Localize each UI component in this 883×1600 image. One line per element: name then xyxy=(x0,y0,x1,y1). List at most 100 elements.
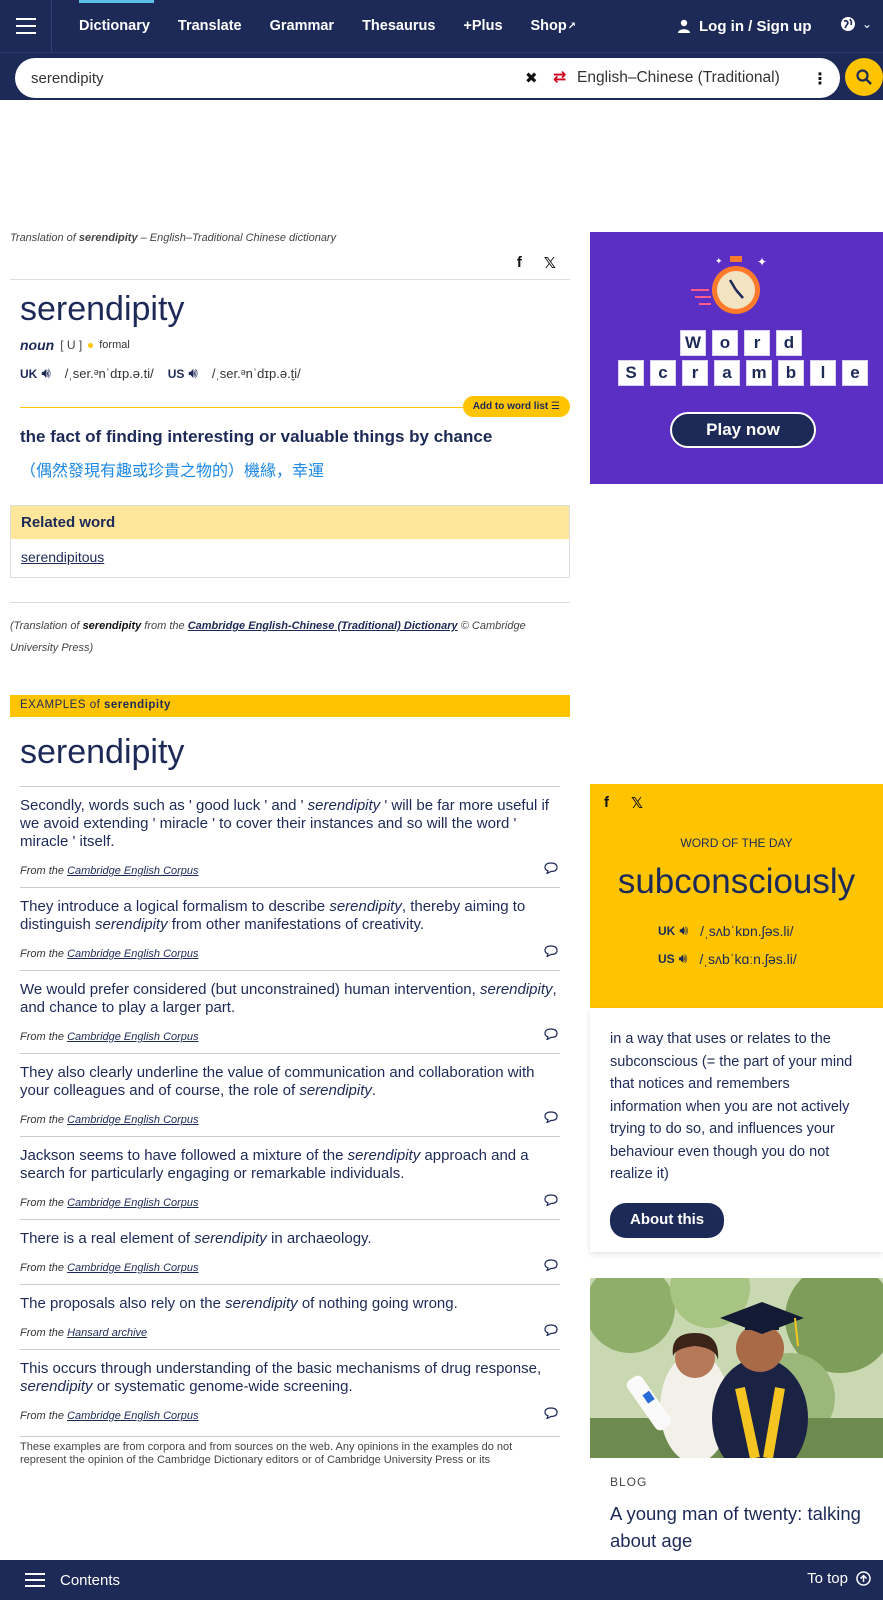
example-source-link[interactable]: Cambridge English Corpus xyxy=(67,1031,198,1043)
letter-tile: c xyxy=(650,360,676,386)
example-source-link[interactable]: Cambridge English Corpus xyxy=(67,1114,198,1126)
clear-icon[interactable]: ✖ xyxy=(525,69,538,87)
add-to-word-list-button[interactable]: Add to word list ☰ xyxy=(462,396,570,417)
feedback-comment-icon[interactable] xyxy=(544,1028,558,1043)
letter-tile: o xyxy=(712,330,738,356)
about-this-button[interactable]: About this xyxy=(610,1203,725,1238)
search-input[interactable] xyxy=(31,69,511,87)
search-box: ✖ ⇄ English–Chinese (Traditional) ⋮ xyxy=(15,58,840,98)
feedback-comment-icon[interactable] xyxy=(544,1407,558,1422)
example-sentence: They also clearly underline the value of… xyxy=(20,1064,560,1100)
more-options-icon[interactable]: ⋮ xyxy=(812,69,828,89)
arrow-up-icon xyxy=(856,1571,871,1586)
example-sentence: They introduce a logical formalism to de… xyxy=(20,898,560,934)
us-ipa: /ˌser.ᵊnˈdɪp.ə.t̬i/ xyxy=(211,366,301,381)
example-source: From the Cambridge English Corpus xyxy=(20,865,560,877)
feedback-comment-icon[interactable] xyxy=(544,945,558,960)
nav-shop-label: Shop xyxy=(530,18,567,34)
related-word-link[interactable]: serendipitous xyxy=(21,549,104,565)
dictionary-selector[interactable]: English–Chinese (Traditional) xyxy=(577,69,780,87)
search-icon xyxy=(856,69,872,85)
blog-image[interactable] xyxy=(590,1278,883,1458)
example-item: This occurs through understanding of the… xyxy=(20,1349,560,1432)
nav-dictionary[interactable]: Dictionary xyxy=(69,0,164,52)
uk-label: UK xyxy=(20,366,38,381)
user-icon xyxy=(678,19,690,33)
contents-menu-icon[interactable] xyxy=(25,1573,45,1587)
speaker-icon[interactable]: 🔊︎ xyxy=(679,922,688,939)
related-word-heading: Related word xyxy=(11,506,569,539)
example-text: Jackson seems to have followed a mixture… xyxy=(20,1147,348,1164)
menu-icon[interactable] xyxy=(0,0,52,52)
feedback-comment-icon[interactable] xyxy=(544,1111,558,1126)
example-source-link[interactable]: Cambridge English Corpus xyxy=(67,1197,198,1209)
wotd-us-ipa: /ˌsʌbˈkɑːn.ʃəs.li/ xyxy=(699,950,797,967)
swap-dictionary-icon[interactable]: ⇄ xyxy=(553,67,566,87)
to-top-button[interactable]: To top xyxy=(807,1570,871,1587)
contents-link[interactable]: Contents xyxy=(60,1572,120,1589)
example-sentence: There is a real element of serendipity i… xyxy=(20,1230,560,1248)
nav-shop[interactable]: Shop ↗ xyxy=(517,0,591,52)
speaker-icon[interactable]: 🔊︎ xyxy=(188,365,197,382)
letter-tile: r xyxy=(682,360,708,386)
blog-title[interactable]: A young man of twenty: talking about age xyxy=(610,1500,875,1554)
to-top-label: To top xyxy=(807,1570,848,1587)
wotd-uk-pron: UK 🔊︎ /ˌsʌbˈkɒn.ʃəs.li/ xyxy=(658,922,794,939)
uk-ipa: /ˌser.ᵊnˈdɪp.ə.ti/ xyxy=(64,366,154,381)
nav-dictionary-label: Dictionary xyxy=(79,18,150,34)
wotd-word[interactable]: subconsciously xyxy=(590,862,883,902)
part-of-speech-line: noun [ U ] formal xyxy=(20,337,570,353)
example-source-prefix: From the xyxy=(20,1262,68,1274)
example-source: From the Cambridge English Corpus xyxy=(20,948,560,960)
example-text: They also clearly underline the value of… xyxy=(20,1064,535,1099)
facebook-icon[interactable]: f xyxy=(517,254,522,271)
source-prefix: (Translation of xyxy=(10,620,83,632)
letter-tile: a xyxy=(714,360,740,386)
example-source-prefix: From the xyxy=(20,1327,68,1339)
example-sentence: Jackson seems to have followed a mixture… xyxy=(20,1147,560,1183)
letter-tile: S xyxy=(618,360,644,386)
login-label: Log in / Sign up xyxy=(699,17,812,35)
example-text: . xyxy=(371,1082,377,1099)
example-source-link[interactable]: Hansard archive xyxy=(67,1327,147,1339)
language-selector[interactable]: ⌄ xyxy=(840,16,872,32)
letter-tile: l xyxy=(810,360,836,386)
x-twitter-icon[interactable]: 𝕏 xyxy=(631,794,643,812)
speaker-icon[interactable]: 🔊︎ xyxy=(41,365,50,382)
source-dictionary-link[interactable]: Cambridge English-Chinese (Traditional) … xyxy=(188,620,458,632)
nav-plus[interactable]: +Plus xyxy=(449,0,516,52)
play-now-button[interactable]: Play now xyxy=(670,412,816,448)
feedback-comment-icon[interactable] xyxy=(544,862,558,877)
facebook-icon[interactable]: f xyxy=(604,794,609,812)
login-signup-link[interactable]: Log in / Sign up xyxy=(677,0,811,52)
example-text: of nothing going wrong. xyxy=(297,1295,458,1312)
add-to-list-label: Add to word list xyxy=(472,401,549,412)
feedback-comment-icon[interactable] xyxy=(544,1194,558,1209)
nav-translate[interactable]: Translate xyxy=(164,0,256,52)
tiles-scramble: Scramble xyxy=(618,360,868,386)
letter-tile: e xyxy=(842,360,868,386)
example-source-link[interactable]: Cambridge English Corpus xyxy=(67,1410,198,1422)
entry-caption: Translation of serendipity – English–Tra… xyxy=(10,232,570,244)
example-source-prefix: From the xyxy=(20,1031,68,1043)
main-nav: Dictionary Translate Grammar Thesaurus +… xyxy=(69,0,590,52)
speaker-icon[interactable]: 🔊︎ xyxy=(679,950,688,967)
translation: （偶然發現有趣或珍貴之物的）機緣，幸運 xyxy=(20,463,325,480)
example-source-prefix: From the xyxy=(20,865,68,877)
nav-thesaurus[interactable]: Thesaurus xyxy=(348,0,449,52)
feedback-comment-icon[interactable] xyxy=(544,1259,558,1274)
example-source-link[interactable]: Cambridge English Corpus xyxy=(67,1262,198,1274)
example-text: in archaeology. xyxy=(266,1230,372,1247)
example-keyword: serendipity xyxy=(307,797,381,814)
search-button[interactable] xyxy=(845,58,883,96)
x-twitter-icon[interactable]: 𝕏 xyxy=(544,254,556,272)
examples-bar-of: of xyxy=(86,699,104,711)
word-scramble-ad[interactable]: ✦ ✦ Word Scramble Play now xyxy=(590,232,883,484)
feedback-comment-icon[interactable] xyxy=(544,1324,558,1339)
nav-grammar[interactable]: Grammar xyxy=(256,0,348,52)
example-item: They also clearly underline the value of… xyxy=(20,1053,560,1136)
example-source-link[interactable]: Cambridge English Corpus xyxy=(67,948,198,960)
example-source: From the Cambridge English Corpus xyxy=(20,1410,560,1422)
examples-bar-prefix: EXAMPLES xyxy=(20,699,86,711)
example-source-link[interactable]: Cambridge English Corpus xyxy=(67,865,198,877)
